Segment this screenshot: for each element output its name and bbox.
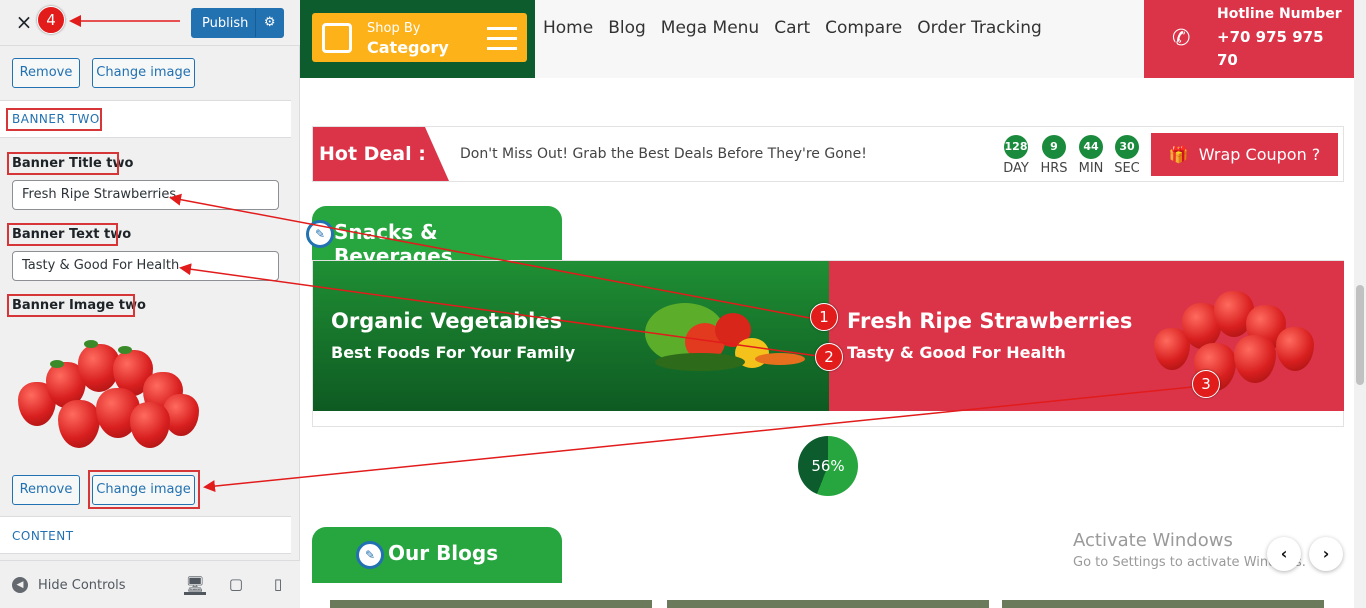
vegetables-image bbox=[635, 283, 815, 393]
blogs-section-tab: ✎ Our Blogs bbox=[312, 527, 562, 583]
hot-deal-tag: Hot Deal : bbox=[313, 127, 449, 181]
highlight-box bbox=[7, 152, 119, 175]
countdown-min: 44 MIN bbox=[1073, 135, 1109, 176]
blogs-section-title: Our Blogs bbox=[388, 541, 499, 565]
collapse-icon: ◀ bbox=[12, 577, 28, 593]
main-nav: Home Blog Mega Menu Cart Compare Order T… bbox=[543, 18, 1042, 38]
blog-thumbnail[interactable] bbox=[667, 600, 989, 608]
hotline-number: +70 975 975 70 bbox=[1217, 28, 1324, 69]
hotline-box[interactable]: ✆ Hotline Number +70 975 975 70 bbox=[1144, 0, 1354, 78]
nav-compare[interactable]: Compare bbox=[825, 18, 902, 38]
page-scrollbar[interactable] bbox=[1354, 0, 1366, 608]
mobile-preview-icon[interactable]: ▯ bbox=[267, 573, 289, 595]
countdown-unit: DAY bbox=[1003, 161, 1029, 176]
countdown-unit: MIN bbox=[1078, 161, 1104, 176]
blog-thumbnail[interactable] bbox=[330, 600, 652, 608]
nav-mega-menu[interactable]: Mega Menu bbox=[661, 18, 759, 38]
sidebar-footer: ◀ Hide Controls 🖥 ▢ ▯ bbox=[0, 560, 300, 608]
banner-two-text: Tasty & Good For Health bbox=[847, 343, 1066, 362]
shopping-bag-icon bbox=[322, 23, 352, 53]
annotation-marker-2: 2 bbox=[815, 343, 843, 371]
banner-two[interactable]: Fresh Ripe Strawberries Tasty & Good For… bbox=[829, 261, 1344, 411]
prev-arrow-button[interactable]: ‹ bbox=[1267, 537, 1301, 571]
nav-blog[interactable]: Blog bbox=[608, 18, 646, 38]
banner-one-title: Organic Vegetables bbox=[331, 309, 563, 333]
next-arrow-button[interactable]: › bbox=[1309, 537, 1343, 571]
hamburger-icon bbox=[487, 27, 517, 57]
publish-button[interactable]: Publish ⚙ bbox=[191, 8, 284, 38]
activate-windows-title: Activate Windows bbox=[1073, 530, 1233, 551]
highlight-box bbox=[6, 108, 102, 131]
annotation-marker-1: 1 bbox=[810, 303, 838, 331]
hide-controls-button[interactable]: ◀ Hide Controls bbox=[12, 577, 126, 593]
countdown-day: 128 DAY bbox=[998, 135, 1034, 176]
banner-title-input[interactable]: Fresh Ripe Strawberries bbox=[12, 180, 279, 210]
publish-label[interactable]: Publish bbox=[192, 16, 255, 31]
highlight-box bbox=[88, 470, 200, 509]
section-content-title[interactable]: CONTENT bbox=[12, 529, 74, 543]
banner-one[interactable]: Organic Vegetables Best Foods For Your F… bbox=[313, 261, 829, 411]
countdown-value: 44 bbox=[1079, 135, 1103, 159]
customizer-screen: × Publish ⚙ Remove Change image BANNER T… bbox=[0, 0, 1366, 608]
strawberries-image bbox=[1154, 283, 1324, 393]
countdown-value: 9 bbox=[1042, 135, 1066, 159]
snacks-section-tab: ✎ Snacks & Beverages bbox=[306, 206, 562, 268]
countdown-sec: 30 SEC bbox=[1109, 135, 1145, 176]
edit-pencil-icon[interactable]: ✎ bbox=[306, 220, 334, 248]
annotation-marker-3: 3 bbox=[1192, 370, 1220, 398]
countdown-value: 30 bbox=[1115, 135, 1139, 159]
strawberry-image-preview[interactable] bbox=[18, 332, 202, 450]
blog-thumbnail[interactable] bbox=[1002, 600, 1324, 608]
hotline-title: Hotline Number bbox=[1217, 6, 1342, 22]
site-header: Shop By Category Home Blog Mega Menu Car… bbox=[300, 0, 1354, 78]
banner-two-title: Fresh Ripe Strawberries bbox=[847, 309, 1133, 333]
progress-circle: 56% bbox=[798, 436, 858, 496]
tablet-preview-icon[interactable]: ▢ bbox=[225, 573, 247, 595]
hide-controls-label: Hide Controls bbox=[38, 577, 126, 593]
shop-by-category-button[interactable]: Shop By Category bbox=[312, 13, 527, 62]
nav-home[interactable]: Home bbox=[543, 18, 593, 38]
highlight-box bbox=[7, 294, 135, 317]
remove-image-button[interactable]: Remove bbox=[12, 475, 80, 505]
phone-icon: ✆ bbox=[1172, 26, 1191, 51]
gear-icon[interactable]: ⚙ bbox=[255, 9, 283, 37]
shop-by-label: Shop By bbox=[367, 21, 421, 36]
gift-icon: 🎁 bbox=[1168, 145, 1189, 164]
countdown-value: 128 bbox=[1004, 135, 1028, 159]
remove-image-button-top[interactable]: Remove bbox=[12, 58, 80, 88]
banner-text-input[interactable]: Tasty & Good For Health bbox=[12, 251, 279, 281]
change-image-button-top[interactable]: Change image bbox=[92, 58, 195, 88]
hot-deal-text: Don't Miss Out! Grab the Best Deals Befo… bbox=[460, 146, 867, 162]
category-label: Category bbox=[367, 38, 449, 57]
countdown-unit: HRS bbox=[1040, 161, 1068, 176]
countdown-hrs: 9 HRS bbox=[1036, 135, 1072, 176]
customizer-sidebar: × Publish ⚙ Remove Change image BANNER T… bbox=[0, 0, 300, 608]
nav-cart[interactable]: Cart bbox=[774, 18, 810, 38]
banner-one-text: Best Foods For Your Family bbox=[331, 343, 576, 362]
countdown-unit: SEC bbox=[1114, 161, 1140, 176]
close-icon[interactable]: × bbox=[12, 10, 36, 34]
category-box: Shop By Category bbox=[300, 0, 535, 78]
hot-deal-bar: Hot Deal : Don't Miss Out! Grab the Best… bbox=[312, 126, 1344, 182]
coupon-label: Wrap Coupon ? bbox=[1198, 145, 1321, 164]
desktop-preview-icon[interactable]: 🖥 bbox=[184, 573, 206, 595]
wrap-coupon-button[interactable]: 🎁 Wrap Coupon ? bbox=[1151, 133, 1338, 176]
nav-order-tracking[interactable]: Order Tracking bbox=[917, 18, 1042, 38]
edit-pencil-icon[interactable]: ✎ bbox=[356, 541, 384, 569]
hot-deal-label: Hot Deal : bbox=[319, 143, 426, 165]
scrollbar-thumb[interactable] bbox=[1356, 285, 1364, 385]
annotation-marker-4: 4 bbox=[37, 6, 65, 34]
highlight-box bbox=[7, 223, 118, 246]
